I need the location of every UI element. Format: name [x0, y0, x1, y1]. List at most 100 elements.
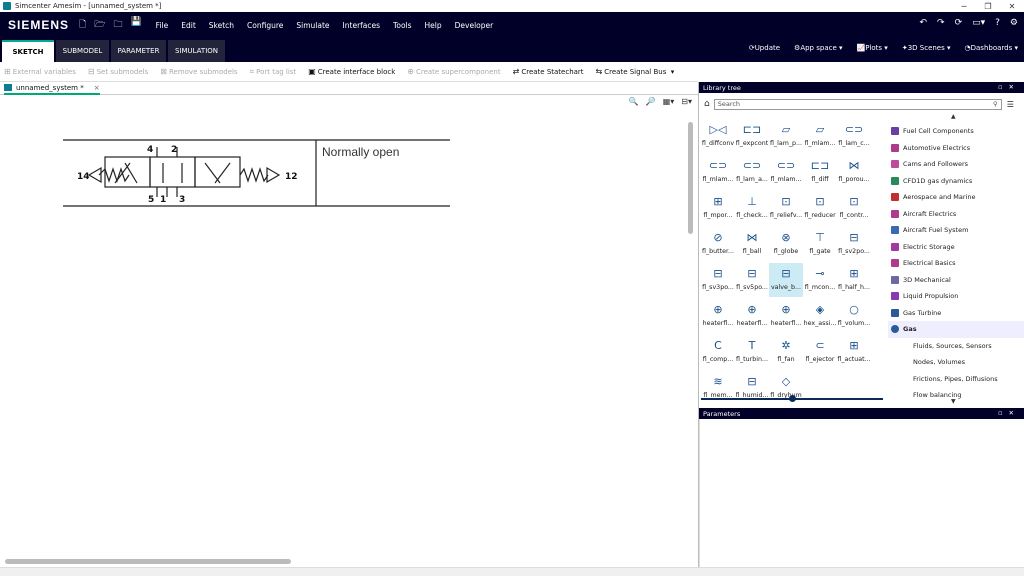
library-panel-controls[interactable]: ▫✕ [998, 83, 1020, 91]
category-item[interactable]: Electrical Basics [888, 255, 1024, 272]
filter-icon[interactable]: ☰ [1007, 100, 1014, 109]
library-component[interactable]: ⋈ fl_porou... [837, 155, 871, 189]
port-tag-list-button[interactable]: ⌗ Port tag list [250, 67, 297, 77]
scroll-down-icon[interactable]: ▼ [951, 398, 956, 405]
home-icon[interactable]: ⌂ [704, 99, 710, 109]
category-item[interactable]: Aerospace and Marine [888, 189, 1024, 206]
library-component[interactable]: ⊞ fl_half_h... [837, 263, 871, 297]
library-component[interactable]: ▱ fl_lam_p... [769, 119, 803, 153]
category-item[interactable]: 3D Mechanical [888, 272, 1024, 289]
tab-parameter[interactable]: PARAMETER [111, 40, 166, 62]
library-component[interactable]: ⋈ fl_ball [735, 227, 769, 261]
subcategory-item[interactable]: Fluids, Sources, Sensors [888, 338, 1024, 355]
menu-help[interactable]: Help [425, 21, 442, 30]
icon-size-slider[interactable] [701, 395, 883, 402]
library-component[interactable]: ✲ fl_fan [769, 335, 803, 369]
close-tab-icon[interactable]: × [94, 84, 100, 92]
external-variables-button[interactable]: ⊞ External variables [4, 67, 76, 76]
help-icon[interactable]: ? [995, 18, 1000, 28]
library-component[interactable]: ⊡ fl_reducer [803, 191, 837, 225]
sketch-canvas[interactable]: 🔍 🔎 ▦▾ ⊟▾ 14 12 4 2 5 1 3 Normally open [0, 95, 698, 567]
scroll-up-icon[interactable]: ▲ [951, 113, 956, 120]
library-component[interactable]: ⊕ heaterfl... [769, 299, 803, 333]
undo-icon[interactable]: ↶ [919, 18, 927, 28]
library-component[interactable]: ⊗ fl_globe [769, 227, 803, 261]
category-item[interactable]: Liquid Propulsion [888, 288, 1024, 305]
library-component[interactable]: ◈ hex_assi... [803, 299, 837, 333]
category-item[interactable]: Electric Storage [888, 239, 1024, 256]
category-item[interactable]: Gas Turbine [888, 305, 1024, 322]
plots-button[interactable]: 📈Plots ▾ [857, 44, 888, 52]
menu-tools[interactable]: Tools [393, 21, 411, 30]
recent-folder-icon[interactable]: 🗀 [113, 17, 122, 33]
library-component[interactable]: ○ fl_volum... [837, 299, 871, 333]
library-component[interactable]: ⊕ heaterfl... [701, 299, 735, 333]
library-component[interactable]: ⊞ fl_mpor... [701, 191, 735, 225]
library-component[interactable]: ▱ fl_mlam... [803, 119, 837, 153]
refresh-icon[interactable]: ⟳ [955, 18, 963, 28]
tab-simulation[interactable]: SIMULATION [168, 40, 225, 62]
close-window-button[interactable]: ✕ [1000, 0, 1024, 12]
subcategory-item[interactable]: Flow balancing [888, 387, 1024, 404]
tab-sketch[interactable]: SKETCH [2, 40, 54, 62]
menu-interfaces[interactable]: Interfaces [343, 21, 381, 30]
library-component[interactable]: ⊟ fl_sv3po... [701, 263, 735, 297]
zoom-in-icon[interactable]: 🔍 [629, 97, 639, 106]
zoom-out-icon[interactable]: 🔎 [646, 97, 656, 106]
open-folder-icon[interactable]: 🗁 [94, 17, 105, 33]
menu-edit[interactable]: Edit [181, 21, 196, 30]
library-component[interactable]: ⊟ valve_b... [769, 263, 803, 297]
create-signal-bus-button[interactable]: ⇆ Create Signal Bus ▾ [596, 67, 675, 76]
search-icon[interactable]: ⚲ [993, 100, 998, 108]
remove-submodels-button[interactable]: ⊠ Remove submodels [160, 67, 237, 76]
menu-developer[interactable]: Developer [455, 21, 494, 30]
app-space-button[interactable]: ⚙App space ▾ [794, 44, 842, 52]
parameters-panel-controls[interactable]: ▫✕ [998, 409, 1020, 417]
library-component[interactable]: Cfl_comp... [701, 335, 735, 369]
slider-knob[interactable] [789, 395, 796, 402]
library-component[interactable]: Tfl_turbin... [735, 335, 769, 369]
3d-scenes-button[interactable]: ✦3D Scenes ▾ [902, 44, 951, 52]
library-component[interactable]: ⊸ fl_mcon... [803, 263, 837, 297]
library-component[interactable]: ⊡ fl_reliefv... [769, 191, 803, 225]
library-component[interactable]: ⊟ fl_sv2po... [837, 227, 871, 261]
set-submodels-button[interactable]: ⊟ Set submodels [88, 67, 148, 76]
library-component[interactable]: ⊏⊐ fl_expcont [735, 119, 769, 153]
create-interface-block-button[interactable]: ▣ Create interface block [308, 67, 395, 76]
library-component[interactable]: ▷◁ fl_diffconv [701, 119, 735, 153]
create-supercomponent-button[interactable]: ⊕ Create supercomponent [407, 67, 500, 76]
library-component[interactable]: ⊤ fl_gate [803, 227, 837, 261]
category-item[interactable]: Gas [888, 321, 1024, 338]
save-icon[interactable]: 💾 [130, 17, 141, 33]
category-item[interactable]: CFD1D gas dynamics [888, 173, 1024, 190]
library-component[interactable]: ⊡ fl_contr... [837, 191, 871, 225]
view-options-icon[interactable]: ▦▾ [663, 97, 675, 106]
library-component[interactable]: ⊞ fl_actuat... [837, 335, 871, 369]
library-search-input[interactable]: Search ⚲ [713, 98, 1002, 110]
layout-options-icon[interactable]: ⊟▾ [681, 97, 692, 106]
library-component[interactable]: ⊟ fl_sv5po... [735, 263, 769, 297]
library-component[interactable]: ⊕ heaterfl... [735, 299, 769, 333]
category-item[interactable]: Fuel Cell Components [888, 123, 1024, 140]
valve-diagram[interactable]: 14 12 4 2 5 1 3 Normally open [55, 135, 515, 255]
canvas-vertical-scrollbar[interactable] [688, 122, 693, 234]
update-button[interactable]: ⟳Update [749, 44, 780, 52]
library-component[interactable]: ⊂⊃ fl_lam_a... [735, 155, 769, 189]
create-statechart-button[interactable]: ⇄ Create Statechart [513, 67, 584, 76]
menu-sketch[interactable]: Sketch [209, 21, 234, 30]
subcategory-item[interactable]: Frictions, Pipes, Diffusions [888, 371, 1024, 388]
minimize-button[interactable]: ─ [952, 0, 976, 12]
subcategory-item[interactable]: Nodes, Volumes [888, 354, 1024, 371]
window-layout-icon[interactable]: ▭▾ [972, 18, 985, 28]
menu-file[interactable]: File [156, 21, 169, 30]
library-component[interactable]: ⊏⊐ fl_diff [803, 155, 837, 189]
library-component[interactable]: ⊂⊃ fl_mlam... [769, 155, 803, 189]
category-item[interactable]: Aircraft Fuel System [888, 222, 1024, 239]
library-component[interactable]: ⊥ fl_check... [735, 191, 769, 225]
library-component[interactable]: ⊂ fl_ejector [803, 335, 837, 369]
library-component[interactable]: ⊂⊃ fl_mlam... [701, 155, 735, 189]
category-item[interactable]: Cams and Followers [888, 156, 1024, 173]
redo-icon[interactable]: ↷ [937, 18, 945, 28]
tab-submodel[interactable]: SUBMODEL [56, 40, 109, 62]
category-item[interactable]: Automotive Electrics [888, 140, 1024, 157]
